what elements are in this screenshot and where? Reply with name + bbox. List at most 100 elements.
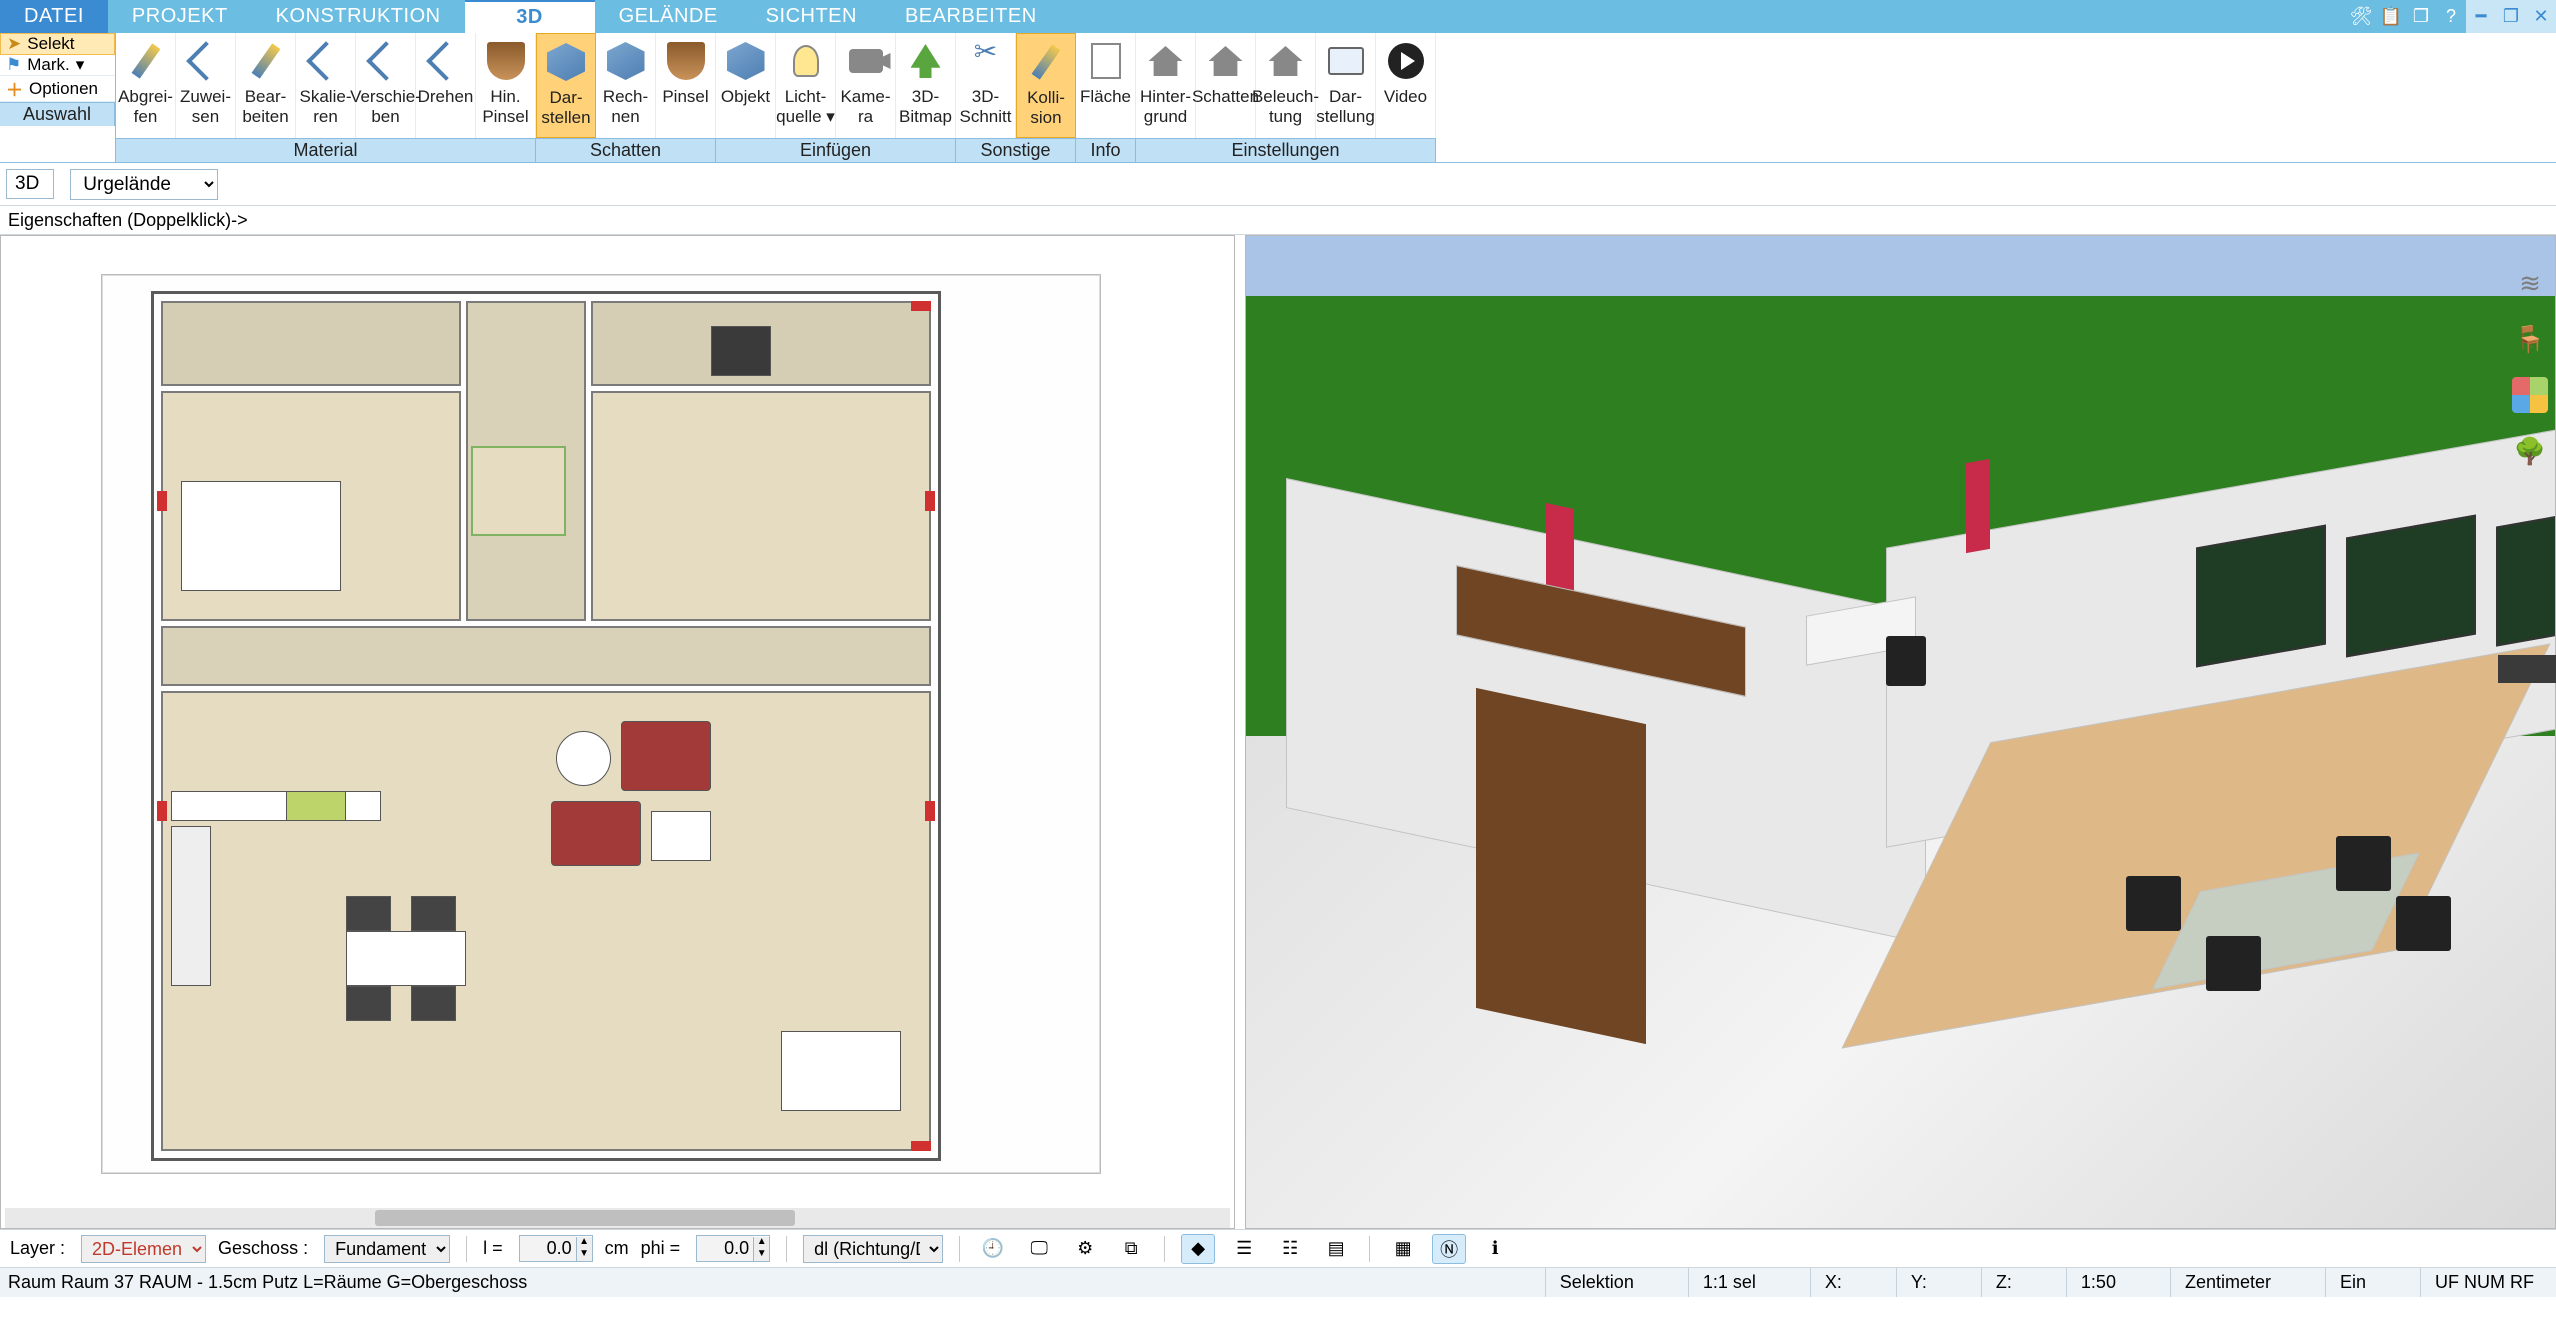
help-icon[interactable]: ?	[2436, 0, 2466, 33]
diamond-icon[interactable]: ◆	[1181, 1234, 1215, 1264]
mark-button[interactable]: ⚑ Mark. ▾	[0, 55, 115, 76]
options-label: Optionen	[29, 79, 98, 99]
gears-icon[interactable]: ⚙	[1068, 1234, 1102, 1264]
status-selektion: Selektion	[1545, 1268, 1648, 1297]
menu-tab-bearbeiten[interactable]: BEARBEITEN	[881, 0, 1061, 33]
arrow-icon	[364, 39, 408, 83]
phi-spinner[interactable]: ▲▼	[696, 1235, 770, 1262]
furniture-panel-icon[interactable]: 🪑	[2512, 321, 2548, 357]
status-ein: Ein	[2325, 1268, 2380, 1297]
status-flags: UF NUM RF	[2420, 1268, 2548, 1297]
select-label: Selekt	[27, 34, 74, 54]
workarea: ≋ 🪑 🌳	[0, 235, 2556, 1229]
ribbon-flche-button[interactable]: Fläche	[1076, 33, 1136, 138]
camera-icon	[844, 39, 888, 83]
length-spinner[interactable]: ▲▼	[519, 1235, 593, 1262]
doc-icon	[1084, 39, 1128, 83]
group-label-schatten: Schatten	[536, 138, 716, 162]
options-button[interactable]: ＋ Optionen	[0, 76, 115, 102]
mode-chip[interactable]: 3D	[6, 169, 54, 199]
ribbon-darstellen-button[interactable]: Dar-stellen	[536, 33, 596, 138]
clipboard-icon[interactable]: 📋	[2376, 0, 2406, 33]
house-icon	[1204, 39, 1248, 83]
stack2-icon[interactable]: ☷	[1273, 1234, 1307, 1264]
plants-panel-icon[interactable]: 🌳	[2512, 433, 2548, 469]
group-label-sonstige: Sonstige	[956, 138, 1076, 162]
length-input[interactable]	[520, 1236, 576, 1261]
ribbon-bearbeiten-button[interactable]: Bear-beiten	[236, 33, 296, 138]
house-icon	[1264, 39, 1308, 83]
copy-icon[interactable]: ⧉	[1114, 1234, 1148, 1264]
storey-select[interactable]: Fundament	[324, 1235, 450, 1263]
ribbon-skalieren-button[interactable]: Skalie-ren	[296, 33, 356, 138]
palette-panel-icon[interactable]	[2512, 377, 2548, 413]
ribbon-verschieben-button[interactable]: Verschie-ben	[356, 33, 416, 138]
chevron-down-icon: ▾	[76, 55, 85, 75]
ribbon-kamera-button[interactable]: Kame-ra	[836, 33, 896, 138]
ribbon-hinpinsel-button[interactable]: Hin.Pinsel	[476, 33, 536, 138]
ribbon-video-button[interactable]: Video	[1376, 33, 1436, 138]
brush-icon	[484, 39, 528, 83]
ribbon-dbitmap-button[interactable]: 3D-Bitmap	[896, 33, 956, 138]
select-button[interactable]: ➤ Selekt	[0, 33, 115, 55]
ribbon-drehen-button[interactable]: Drehen	[416, 33, 476, 138]
side-expander[interactable]	[2498, 655, 2556, 683]
clock-icon[interactable]: 🕘	[976, 1234, 1010, 1264]
tools-icon[interactable]: 🛠	[2346, 0, 2376, 33]
ribbon-darstellung-button[interactable]: Dar-stellung	[1316, 33, 1376, 138]
floorplan-hscrollbar[interactable]	[5, 1208, 1230, 1228]
grid-icon[interactable]: ▦	[1386, 1234, 1420, 1264]
right-tool-strip: ≋ 🪑 🌳	[2508, 265, 2552, 469]
play-icon	[1384, 39, 1428, 83]
ribbon-lichtquelle-button[interactable]: Licht-quelle ▾	[776, 33, 836, 138]
status-z: Z:	[1981, 1268, 2026, 1297]
menu-tab-gelaende[interactable]: GELÄNDE	[595, 0, 742, 33]
layer-select[interactable]: 2D-Elemen	[81, 1235, 206, 1263]
floorplan	[151, 291, 941, 1161]
phi-input[interactable]	[697, 1236, 753, 1261]
ribbon-pinsel-button[interactable]: Pinsel	[656, 33, 716, 138]
ribbon-rechnen-button[interactable]: Rech-nen	[596, 33, 656, 138]
ribbon-dschnitt-button[interactable]: ✂3D-Schnitt	[956, 33, 1016, 138]
menu-tab-3d[interactable]: 3D	[465, 0, 595, 33]
ribbon-kollision-button[interactable]: Kolli-sion	[1016, 33, 1076, 138]
plus-icon: ＋	[6, 76, 23, 101]
minimize-icon[interactable]: ━	[2466, 0, 2496, 33]
ribbon-schatten-button[interactable]: Schatten	[1196, 33, 1256, 138]
floorplan-pane[interactable]	[0, 235, 1235, 1229]
stack1-icon[interactable]: ☰	[1227, 1234, 1261, 1264]
titlebar-icons: 🛠 📋 ❐ ? ━ ❐ ✕	[2346, 0, 2556, 33]
screen-icon[interactable]: 🖵	[1022, 1234, 1056, 1264]
ribbon-beleuchtung-button[interactable]: Beleuch-tung	[1256, 33, 1316, 138]
status-unit: Zentimeter	[2170, 1268, 2285, 1297]
ribbon-zuweisen-button[interactable]: Zuwei-sen	[176, 33, 236, 138]
direction-select[interactable]: dl (Richtung/Di	[803, 1235, 943, 1263]
layers-icon[interactable]: ❐	[2406, 0, 2436, 33]
menu-tab-projekt[interactable]: PROJEKT	[108, 0, 252, 33]
bottom-toolbar: Layer : 2D-Elemen Geschoss : Fundament l…	[0, 1229, 2556, 1267]
restore-icon[interactable]: ❐	[2496, 0, 2526, 33]
view3d-pane[interactable]	[1245, 235, 2556, 1229]
layers-panel-icon[interactable]: ≋	[2512, 265, 2548, 301]
ribbon-abgreifen-button[interactable]: Abgrei-fen	[116, 33, 176, 138]
properties-hint-label: Eigenschaften (Doppelklick)->	[8, 210, 248, 231]
ribbon-objekt-button[interactable]: Objekt	[716, 33, 776, 138]
mark-label: Mark.	[27, 55, 70, 75]
length-label: l =	[483, 1238, 503, 1259]
menu-tab-sichten[interactable]: SICHTEN	[742, 0, 881, 33]
info-icon[interactable]: ℹ	[1478, 1234, 1512, 1264]
menu-tab-datei[interactable]: DATEI	[0, 0, 108, 33]
north-icon[interactable]: Ⓝ	[1432, 1234, 1466, 1264]
terrain-select[interactable]: Urgelände	[70, 169, 218, 200]
ribbon-hintergrund-button[interactable]: Hinter-grund	[1136, 33, 1196, 138]
stack3-icon[interactable]: ▤	[1319, 1234, 1353, 1264]
sub-toolbar: 3D Urgelände	[0, 163, 2556, 205]
scissors-icon: ✂	[964, 39, 1008, 83]
pen-icon	[124, 39, 168, 83]
layer-label: Layer :	[10, 1238, 65, 1259]
cube-icon	[724, 39, 768, 83]
properties-hint-bar[interactable]: Eigenschaften (Doppelklick)->	[0, 205, 2556, 235]
pen-icon	[1024, 40, 1068, 84]
menu-tab-konstruktion[interactable]: KONSTRUKTION	[252, 0, 465, 33]
close-icon[interactable]: ✕	[2526, 0, 2556, 33]
